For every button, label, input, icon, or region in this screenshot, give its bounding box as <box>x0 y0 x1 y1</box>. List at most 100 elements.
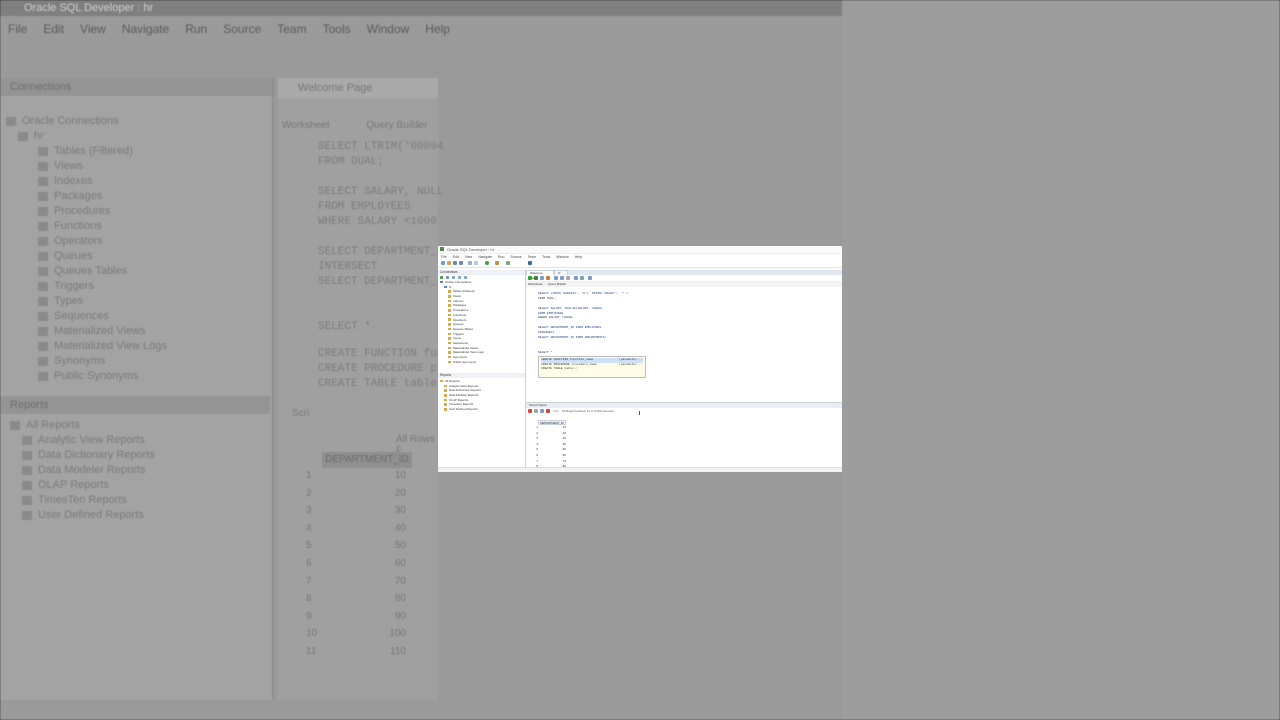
folder-icon <box>448 323 451 326</box>
results-tab[interactable]: Script Output <box>526 403 547 407</box>
redo-icon[interactable] <box>474 261 478 265</box>
bg-menu-view: View <box>80 22 106 36</box>
run-icon[interactable] <box>485 261 489 265</box>
app-icon <box>440 247 444 251</box>
folder-icon <box>448 355 451 359</box>
bg-menu-source: Source <box>223 22 262 36</box>
bg-code-line: SELECT DEPARTMENT_ID <box>318 246 451 258</box>
bg-tree-item: Operators <box>0 234 272 249</box>
bg-code-line: SELECT LTRIM('00004 <box>318 141 444 153</box>
schema-browser-icon[interactable] <box>458 275 461 279</box>
bg-tree-items: Tables (Filtered) Views Indexes Packages Pro… <box>0 144 272 384</box>
stop-icon[interactable] <box>546 409 550 413</box>
bg-editor-panel: Welcome Page Worksheet Query Builder SEL… <box>278 78 451 700</box>
bg-subtab-querybuilder: Query Builder <box>366 120 428 131</box>
bg-editor-tab: Welcome Page <box>278 78 438 98</box>
bg-tree-item: Queues <box>0 249 272 264</box>
bg-tree-item: Functions <box>0 219 272 234</box>
worksheet-subtabs: Worksheet Query Builder <box>526 282 842 287</box>
filter-icon[interactable] <box>452 275 455 279</box>
bg-code: SELECT LTRIM('00004 FROM DUAL; SELECT SALA… <box>278 134 451 335</box>
report-folder-icon <box>444 394 447 397</box>
bg-report-icon <box>10 420 20 430</box>
bg-menu-run: Run <box>185 22 208 36</box>
mouse-cursor <box>639 411 643 415</box>
bg-code-line: FROM DUAL; <box>318 156 385 168</box>
folder-icon <box>448 332 451 336</box>
run-statement-icon[interactable] <box>528 276 532 280</box>
bg-grid-header: DEPARTMENT_ID <box>322 452 412 468</box>
bg-tree-item: Materialized View Logs <box>0 339 272 354</box>
bg-folder-icon <box>38 326 48 336</box>
subtab-query-builder[interactable]: Query Builder <box>548 282 566 287</box>
bg-window-title: Oracle SQL Developer : hr <box>24 2 154 14</box>
bg-results-tab: Scri <box>292 408 310 419</box>
bg-grid-row: 10 100 <box>306 628 406 640</box>
save-all-icon[interactable] <box>459 261 463 265</box>
pin-icon[interactable] <box>528 409 532 413</box>
bg-popup-line: CREATE TABLE table <box>318 378 437 390</box>
window-titlebar: Oracle SQL Developer : hr <box>438 246 842 254</box>
bg-folder-icon <box>38 206 48 216</box>
autocomplete-item[interactable]: CREATE TABLE table ( <box>541 367 643 372</box>
bg-tree-item: Materialized Views <box>0 324 272 339</box>
bg-code-line <box>318 230 438 245</box>
bg-tree-item: Synonyms <box>0 354 272 369</box>
explain-plan-icon[interactable] <box>554 276 558 280</box>
folder-icon <box>448 313 451 317</box>
bg-report-item: OLAP Reports <box>0 478 270 493</box>
clear-icon[interactable] <box>566 276 570 280</box>
code-line: SELECT * <box>538 350 553 354</box>
bg-folder-icon <box>38 311 48 321</box>
main-toolbar <box>438 260 842 268</box>
bg-folder-icon <box>38 281 48 291</box>
new-icon[interactable] <box>441 261 445 265</box>
worksheet-toolbar <box>526 275 842 282</box>
refresh-results-icon[interactable] <box>534 409 538 413</box>
subtab-worksheet[interactable]: Worksheet <box>528 282 542 287</box>
find-icon[interactable] <box>588 276 592 280</box>
report-item[interactable]: User Defined Reports <box>438 407 525 412</box>
bg-grid-row: 11 110 <box>306 646 406 657</box>
window-title: Oracle SQL Developer : hr <box>447 247 494 252</box>
import-icon[interactable] <box>464 275 467 279</box>
bg-tree-item: Queues Tables <box>0 264 272 279</box>
bg-grid-row: 7 70 <box>306 575 406 587</box>
bg-right-area <box>842 0 1280 720</box>
connections-tree: Oracle Connections hr Tables (Filtered) V… <box>438 280 525 364</box>
bg-folder-icon <box>38 341 48 351</box>
commit-icon[interactable] <box>540 276 544 280</box>
folder-icon <box>448 341 451 345</box>
migration-icon[interactable] <box>506 261 510 265</box>
bg-connections-toolbar <box>0 96 272 114</box>
run-script-icon[interactable] <box>534 276 538 280</box>
bg-subtab-worksheet: Worksheet <box>282 120 330 131</box>
rollback-icon[interactable] <box>546 276 550 280</box>
bg-grid-row: 4 40 <box>306 522 406 534</box>
history-icon[interactable] <box>574 276 578 280</box>
autotrace-icon[interactable] <box>560 276 564 280</box>
bg-report-item: All Reports <box>0 418 270 433</box>
reports-tree: All Reports Analytic View Reports Data Dic… <box>438 378 525 412</box>
save-icon[interactable] <box>453 261 457 265</box>
bg-popup-line: CREATE PROCEDURE p <box>318 363 437 375</box>
open-icon[interactable] <box>447 261 451 265</box>
add-connection-icon[interactable] <box>440 275 443 279</box>
bg-code-line: FROM EMPLOYEES <box>318 201 411 213</box>
bg-report-item: Analytic View Reports <box>0 433 270 448</box>
undo-icon[interactable] <box>468 261 472 265</box>
bg-left-panel: Connections Oracle Connections hr Tables… <box>0 78 274 700</box>
bg-code-line <box>318 290 438 305</box>
tree-item[interactable]: Public Synonyms <box>438 360 525 365</box>
autocomplete-popup[interactable]: CREATE FUNCTION function_name (parameter.… <box>538 356 646 378</box>
bg-grid-row: 6 60 <box>306 558 406 569</box>
refresh-icon[interactable] <box>446 275 449 279</box>
bg-menu-help: Help <box>425 22 450 36</box>
bg-report-item: Data Dictionary Reports <box>0 448 270 463</box>
debug-icon[interactable] <box>495 261 499 265</box>
bg-report-icon <box>22 480 32 490</box>
export-icon[interactable] <box>540 409 544 413</box>
sql-icon[interactable] <box>528 261 532 265</box>
format-icon[interactable] <box>580 276 584 280</box>
bg-grid-row: 1 10 <box>306 470 406 481</box>
